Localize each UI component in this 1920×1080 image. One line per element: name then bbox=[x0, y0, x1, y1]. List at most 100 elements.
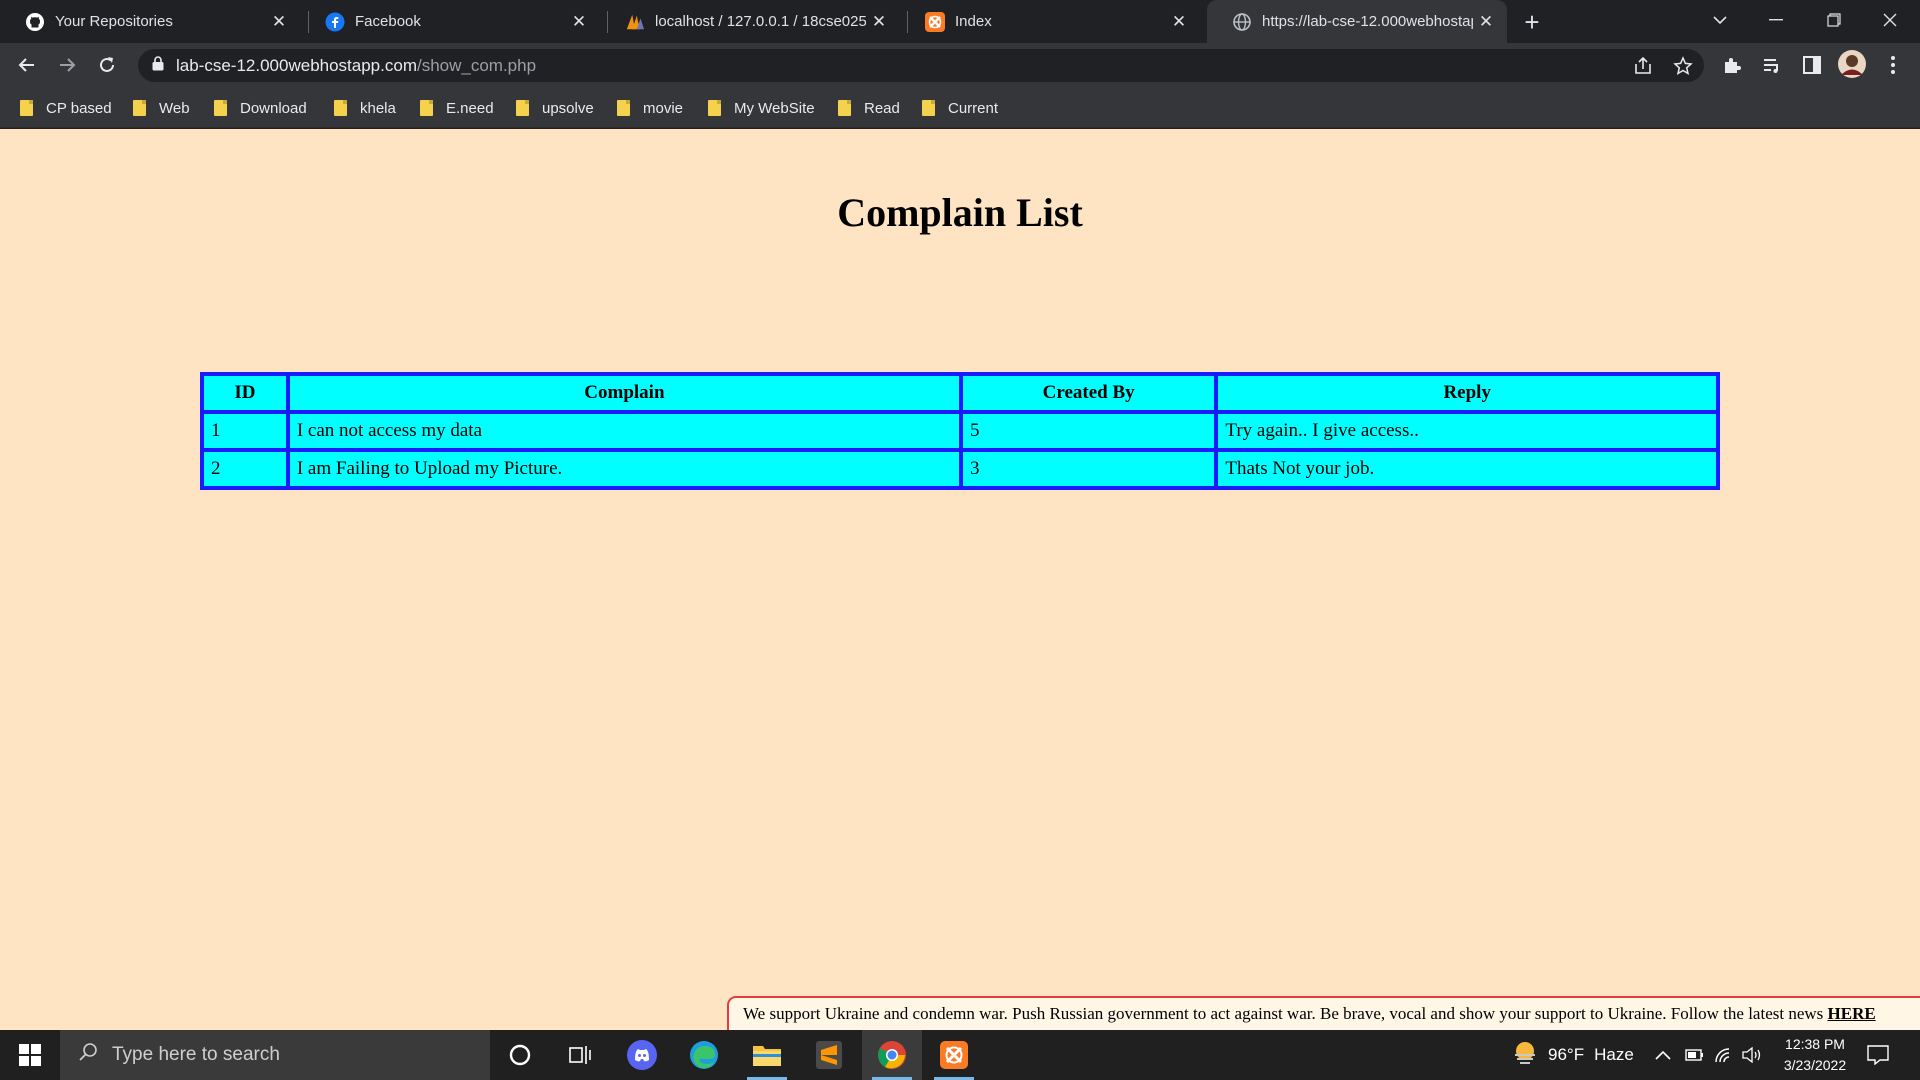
url-path: /show_com.php bbox=[416, 55, 537, 75]
folder-icon bbox=[617, 100, 630, 116]
file-explorer-icon[interactable] bbox=[737, 1030, 797, 1080]
volume-icon[interactable] bbox=[1742, 1030, 1762, 1080]
new-tab-button[interactable]: + bbox=[1516, 6, 1548, 38]
bookmark-web[interactable]: Web bbox=[133, 97, 190, 119]
bookmark-my-website[interactable]: My WebSite bbox=[708, 97, 815, 119]
menu-kebab-icon[interactable] bbox=[1882, 54, 1904, 76]
tab-index[interactable]: Index ✕ bbox=[900, 0, 1200, 43]
back-icon[interactable] bbox=[12, 50, 42, 80]
cell-id: 1 bbox=[202, 412, 288, 450]
bookmark-label: movie bbox=[643, 99, 684, 117]
minimize-icon[interactable] bbox=[1748, 0, 1804, 40]
side-panel-icon[interactable] bbox=[1801, 54, 1823, 76]
bookmark-eneed[interactable]: E.need bbox=[420, 97, 494, 119]
tab-title: Your Repositories bbox=[55, 13, 173, 30]
close-icon[interactable]: ✕ bbox=[266, 9, 292, 35]
bookmark-khela[interactable]: khela bbox=[334, 97, 396, 119]
bookmark-read[interactable]: Read bbox=[838, 97, 900, 119]
bookmark-label: Current bbox=[948, 99, 999, 117]
weather-haze-icon bbox=[1512, 1040, 1538, 1071]
page-content: Complain List ID Complain Created By Rep… bbox=[0, 129, 1920, 1030]
close-icon[interactable]: ✕ bbox=[1473, 9, 1499, 35]
folder-icon bbox=[516, 100, 529, 116]
close-icon[interactable]: ✕ bbox=[866, 9, 892, 35]
folder-icon bbox=[838, 100, 851, 116]
bookmark-cp-based[interactable]: CP based bbox=[20, 97, 112, 119]
bookmark-upsolve[interactable]: upsolve bbox=[516, 97, 594, 119]
forward-icon[interactable] bbox=[52, 50, 82, 80]
share-icon[interactable] bbox=[1632, 55, 1654, 77]
xampp-icon bbox=[925, 11, 945, 32]
weather-temp: 96°F bbox=[1548, 1045, 1585, 1064]
globe-icon bbox=[1232, 12, 1252, 32]
bookmarks-bar: CP based Web Download khela E.need upsol… bbox=[0, 87, 1920, 128]
cortana-icon[interactable] bbox=[490, 1030, 550, 1080]
sublime-text-icon[interactable] bbox=[799, 1030, 859, 1080]
taskbar-clock[interactable]: 12:38 PM 3/23/2022 bbox=[1770, 1034, 1860, 1076]
chrome-icon[interactable] bbox=[862, 1030, 922, 1080]
url-host: lab-cse-12.000webhostapp.com bbox=[176, 55, 417, 75]
discord-icon[interactable] bbox=[612, 1030, 672, 1080]
tab-show-com[interactable]: https://lab-cse-12.000webhostapp.com/sho… bbox=[1207, 0, 1507, 43]
taskbar-search-box[interactable]: Type here to search bbox=[60, 1030, 490, 1080]
folder-icon bbox=[334, 100, 347, 116]
tab-search-icon[interactable] bbox=[1692, 0, 1748, 40]
lock-icon[interactable] bbox=[152, 55, 164, 76]
folder-icon bbox=[420, 100, 433, 116]
bookmark-movie[interactable]: movie bbox=[617, 97, 683, 119]
extensions-icon[interactable] bbox=[1721, 54, 1743, 76]
tab-title: localhost / 127.0.0.1 / 18cse025 | bbox=[655, 13, 866, 30]
bookmark-star-icon[interactable] bbox=[1672, 55, 1694, 77]
tab-facebook[interactable]: Facebook ✕ bbox=[300, 0, 600, 43]
tab-title: https://lab-cse-12.000webhostapp.com/sho… bbox=[1262, 13, 1473, 30]
weather-condition: Haze bbox=[1594, 1045, 1634, 1064]
windows-start-icon[interactable] bbox=[0, 1030, 60, 1080]
bookmark-download[interactable]: Download bbox=[214, 97, 307, 119]
show-hidden-icons-icon[interactable] bbox=[1655, 1030, 1671, 1080]
column-header-complain: Complain bbox=[287, 374, 961, 412]
bookmark-label: upsolve bbox=[542, 99, 594, 117]
github-icon bbox=[25, 12, 45, 32]
restore-icon[interactable] bbox=[1806, 0, 1862, 40]
weather-widget[interactable]: 96°F Haze bbox=[1512, 1030, 1634, 1080]
avatar[interactable] bbox=[1838, 50, 1866, 78]
ukraine-support-banner: We support Ukraine and condemn war. Push… bbox=[727, 996, 1920, 1030]
battery-icon[interactable] bbox=[1685, 1030, 1705, 1080]
cell-created-by: 3 bbox=[960, 450, 1217, 488]
tab-phpmyadmin[interactable]: localhost / 127.0.0.1 / 18cse025 | ✕ bbox=[600, 0, 900, 43]
bookmark-label: Read bbox=[864, 99, 900, 117]
close-window-icon[interactable] bbox=[1862, 0, 1918, 40]
bookmark-label: E.need bbox=[446, 99, 494, 117]
cell-reply: Thats Not your job. bbox=[1216, 450, 1718, 488]
search-placeholder: Type here to search bbox=[112, 1044, 280, 1065]
column-header-created-by: Created By bbox=[960, 374, 1217, 412]
reload-icon[interactable] bbox=[92, 50, 122, 80]
media-control-icon[interactable] bbox=[1761, 54, 1783, 76]
tab-your-repositories[interactable]: Your Repositories ✕ bbox=[0, 0, 300, 43]
browser-toolbar: lab-cse-12.000webhostapp.com/show_com.ph… bbox=[0, 43, 1920, 87]
xampp-control-icon[interactable] bbox=[924, 1030, 984, 1080]
address-bar[interactable]: lab-cse-12.000webhostapp.com/show_com.ph… bbox=[138, 49, 1704, 82]
cell-created-by: 5 bbox=[960, 412, 1217, 450]
folder-icon bbox=[133, 100, 146, 116]
wifi-icon[interactable] bbox=[1714, 1030, 1732, 1080]
bookmark-label: Web bbox=[159, 99, 190, 117]
phpmyadmin-icon bbox=[625, 12, 645, 32]
bookmark-current[interactable]: Current bbox=[922, 97, 998, 119]
close-icon[interactable]: ✕ bbox=[566, 9, 592, 35]
page-title: Complain List bbox=[837, 190, 1083, 235]
cell-complain: I am Failing to Upload my Picture. bbox=[287, 450, 961, 488]
facebook-icon bbox=[325, 12, 345, 32]
column-header-id: ID bbox=[202, 374, 288, 412]
notification-center-icon[interactable] bbox=[1867, 1030, 1889, 1080]
tab-title: Facebook bbox=[355, 13, 421, 30]
task-view-icon[interactable] bbox=[550, 1030, 610, 1080]
bookmark-label: Download bbox=[240, 99, 307, 117]
cell-id: 2 bbox=[202, 450, 288, 488]
edge-icon[interactable] bbox=[674, 1030, 734, 1080]
folder-icon bbox=[214, 100, 227, 116]
banner-link[interactable]: HERE bbox=[1828, 1004, 1876, 1023]
clock-time: 12:38 PM bbox=[1785, 1036, 1845, 1052]
column-header-reply: Reply bbox=[1216, 374, 1718, 412]
close-icon[interactable]: ✕ bbox=[1166, 9, 1192, 35]
